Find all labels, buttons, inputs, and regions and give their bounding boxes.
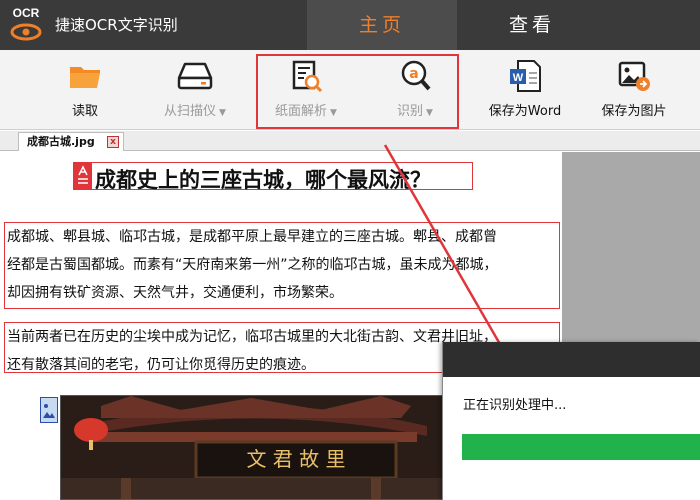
save-image-label: 保存为图片 (601, 104, 667, 119)
folder-icon (70, 67, 100, 88)
ocr-logo-icon: OCR (8, 6, 44, 44)
paragraph-1-line-2: 经都是古蜀国都城。而素有“天府南来第一州”之称的临邛古城，虽未成为都城， (7, 257, 498, 273)
progress-fill (462, 434, 700, 460)
tab-home[interactable]: 主页 (307, 0, 457, 50)
document-tab[interactable]: 成都古城.jpg x (18, 132, 124, 151)
tab-view[interactable]: 查看 (457, 0, 607, 50)
title-region[interactable]: 成都史上的三座古城，哪个最风流？ (73, 162, 473, 192)
paragraph-region-1[interactable]: 成都城、郫县城、临邛古城，是成都平原上最早建立的三座古城。郫县、成都曾 经都是古… (4, 222, 560, 309)
dialog-header (443, 342, 700, 377)
scanner-icon (177, 62, 213, 90)
document-title: 成都史上的三座古城，哪个最风流？ (95, 168, 431, 192)
scan-button[interactable]: 从扫描仪 ▼ (156, 58, 234, 124)
progress-message: 正在识别处理中... (463, 398, 567, 413)
svg-text:W: W (513, 72, 524, 84)
document-tab-strip: 成都古城.jpg x (0, 131, 700, 151)
highlight-frame (256, 54, 459, 129)
read-button[interactable]: 读取 (62, 58, 108, 124)
image-region-icon[interactable] (40, 397, 58, 423)
paragraph-1-line-1: 成都城、郫县城、临邛古城，是成都平原上最早建立的三座古城。郫县、成都曾 (7, 229, 497, 245)
document-photo: 文 君 故 里 (60, 395, 446, 500)
paragraph-1-line-3: 却因拥有铁矿资源、天然气井，交通便利，市场繁荣。 (7, 285, 343, 301)
text-region-icon (74, 163, 92, 189)
recognition-progress-dialog: 正在识别处理中... (442, 342, 700, 500)
app-title: 捷速OCR文字识别 (55, 16, 178, 34)
scan-label: 从扫描仪 (164, 104, 217, 119)
save-word-label: 保存为Word (488, 104, 562, 119)
document-tab-label: 成都古城.jpg (27, 135, 95, 148)
save-image-button[interactable]: 保存为图片 (596, 58, 672, 124)
progress-bar (462, 434, 700, 460)
close-tab-icon[interactable]: x (107, 136, 119, 148)
save-image-icon (618, 61, 650, 91)
word-file-icon: W (510, 60, 541, 92)
read-label: 读取 (71, 104, 98, 119)
title-bar: OCR 捷速OCR文字识别 主页 查看 (0, 0, 700, 50)
photo-sign-text: 文 君 故 里 (246, 447, 345, 471)
scan-caret-icon: ▼ (219, 108, 226, 118)
save-word-button[interactable]: W 保存为Word (482, 58, 568, 124)
